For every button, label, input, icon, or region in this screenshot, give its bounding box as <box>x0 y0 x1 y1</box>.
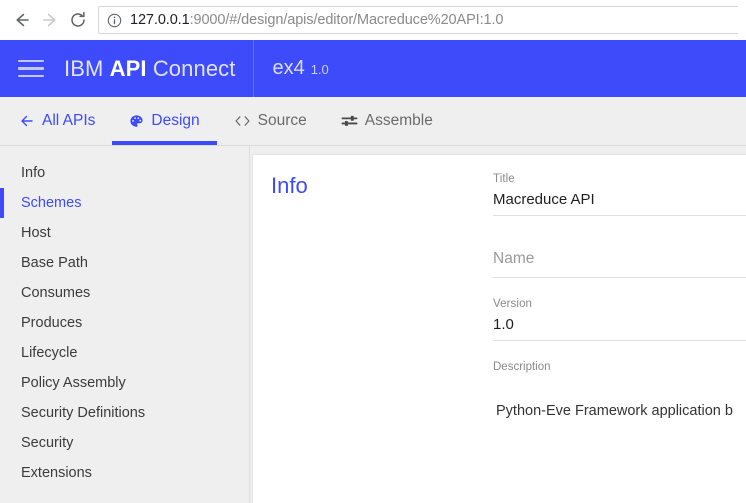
sidebar-item-extensions[interactable]: Extensions <box>0 458 249 488</box>
page-title: Info <box>271 173 308 198</box>
description-label: Description <box>493 361 551 373</box>
app-header: IBM API Connect ex4 1.0 <box>0 40 746 97</box>
api-name-label: ex4 <box>272 57 305 79</box>
version-input[interactable]: 1.0 <box>493 316 746 341</box>
info-form: Title Macreduce API Name Version 1.0 Des… <box>493 173 746 503</box>
sidebar-item-security-definitions[interactable]: Security Definitions <box>0 398 249 428</box>
sidebar-item-label: Security Definitions <box>21 405 146 421</box>
field-description: Description Python-Eve Framework applica… <box>493 361 746 419</box>
sidebar-item-security[interactable]: Security <box>0 428 249 458</box>
api-version-label: 1.0 <box>310 62 329 77</box>
sidebar-item-label: Info <box>21 165 46 181</box>
hamburger-line <box>18 59 44 63</box>
info-card: Info Title Macreduce API Name Version 1.… <box>252 154 746 503</box>
sidebar-item-info[interactable]: Info <box>0 158 249 188</box>
arrow-left-icon <box>20 114 35 128</box>
sidebar-item-consumes[interactable]: Consumes <box>0 278 249 308</box>
sidebar-item-label: Schemes <box>21 195 82 211</box>
sidebar-item-label: Lifecycle <box>21 345 78 361</box>
sidebar-item-policy-assembly[interactable]: Policy Assembly <box>0 368 249 398</box>
hamburger-line <box>18 74 44 78</box>
sidebar-item-label: Host <box>21 225 51 241</box>
description-input[interactable]: Python-Eve Framework application b <box>493 403 746 419</box>
brand-bold: API <box>109 55 147 81</box>
field-title: Title Macreduce API <box>493 173 746 216</box>
field-name: Name <box>493 250 746 278</box>
sidebar-item-base-path[interactable]: Base Path <box>0 248 249 278</box>
title-input[interactable]: Macreduce API <box>493 191 746 216</box>
api-title: ex4 1.0 <box>254 57 328 80</box>
reload-icon <box>71 11 85 27</box>
info-circle-icon[interactable] <box>107 13 122 28</box>
content-area: Info Schemes Host Base Path Consumes Pro… <box>0 146 746 503</box>
brand-title: IBM API Connect <box>64 56 253 82</box>
sidebar-item-label: Produces <box>21 315 83 331</box>
code-brackets-icon <box>234 114 251 128</box>
arrow-left-icon <box>16 13 29 27</box>
palette-icon <box>129 114 144 129</box>
sidebar-item-label: Extensions <box>21 465 92 481</box>
tab-label: All APIs <box>42 112 96 129</box>
sidebar-item-host[interactable]: Host <box>0 218 249 248</box>
brand-prefix: IBM <box>64 55 110 81</box>
sidebar-item-produces[interactable]: Produces <box>0 308 249 338</box>
hamburger-line <box>18 67 44 70</box>
tab-all-apis[interactable]: All APIs <box>12 97 112 145</box>
sidebar-item-label: Base Path <box>21 255 88 271</box>
forward-button[interactable] <box>36 6 64 34</box>
sidebar-item-lifecycle[interactable]: Lifecycle <box>0 338 249 368</box>
title-label: Title <box>493 173 515 185</box>
browser-toolbar: 127.0.0.1:9000/#/design/apis/editor/Macr… <box>0 0 746 40</box>
url-host: 127.0.0.1 <box>130 12 190 28</box>
hamburger-menu-icon[interactable] <box>18 55 44 83</box>
tab-assemble[interactable]: Assemble <box>324 97 450 145</box>
tab-label: Assemble <box>364 112 433 129</box>
sidebar-item-label: Consumes <box>21 285 91 301</box>
sidebar-item-schemes[interactable]: Schemes <box>0 188 249 218</box>
sidebar-item-label: Security <box>21 435 74 451</box>
tab-design[interactable]: Design <box>112 97 217 145</box>
tab-source[interactable]: Source <box>217 97 324 145</box>
tab-label: Design <box>151 112 200 129</box>
reload-button[interactable] <box>64 6 92 34</box>
url-path: :9000/#/design/apis/editor/Macreduce%20A… <box>189 12 504 28</box>
field-version: Version 1.0 <box>493 298 746 341</box>
editor-tab-bar: All APIs Design Source Assemble <box>0 97 746 146</box>
address-bar[interactable]: 127.0.0.1:9000/#/design/apis/editor/Macr… <box>98 6 738 34</box>
version-label: Version <box>493 298 533 310</box>
main-panel: Info Title Macreduce API Name Version 1.… <box>250 146 746 503</box>
name-input[interactable]: Name <box>493 250 746 278</box>
address-bar-text: 127.0.0.1:9000/#/design/apis/editor/Macr… <box>130 12 503 28</box>
arrow-right-icon <box>43 13 56 27</box>
editor-sidebar: Info Schemes Host Base Path Consumes Pro… <box>0 146 250 503</box>
tab-label: Source <box>257 112 307 129</box>
sliders-icon <box>341 114 358 128</box>
brand-suffix: Connect <box>146 55 236 81</box>
back-button[interactable] <box>8 6 36 34</box>
sidebar-item-label: Policy Assembly <box>21 375 126 391</box>
